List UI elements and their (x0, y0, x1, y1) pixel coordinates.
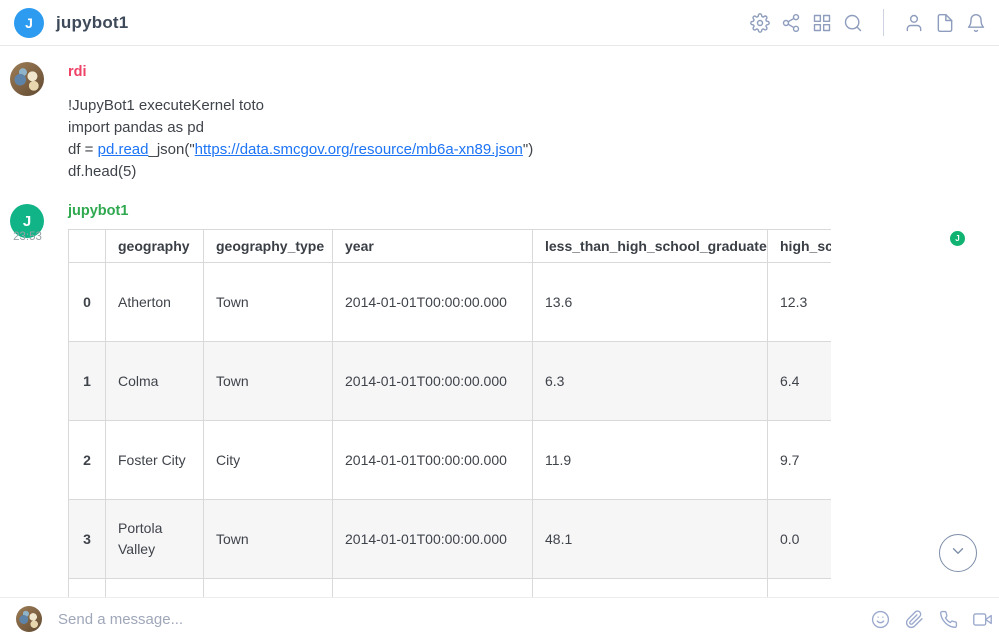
table-cell: Portola Valley (106, 500, 204, 579)
table-row: 1ColmaTown2014-01-01T00:00:00.0006.36.4 (69, 342, 832, 421)
message-link[interactable]: pd.read (98, 141, 149, 158)
table-cell: 9.7 (768, 421, 832, 500)
table-cell: 6.4 (768, 342, 832, 421)
row-index-cell: 3 (69, 500, 106, 579)
column-header (69, 230, 106, 263)
toolbar-divider (883, 9, 884, 36)
composer-actions (870, 598, 993, 640)
emoji-icon[interactable] (870, 609, 891, 630)
table-cell: Town (204, 500, 333, 579)
table-cell (204, 579, 333, 598)
table-row: 0AthertonTown2014-01-01T00:00:00.00013.6… (69, 263, 832, 342)
row-index-cell (69, 579, 106, 598)
settings-icon[interactable] (749, 12, 771, 34)
table-cell: Colma (106, 342, 204, 421)
channel-avatar[interactable]: J (14, 8, 44, 38)
column-header: less_than_high_school_graduate (533, 230, 768, 263)
chevron-down-icon (949, 542, 967, 565)
column-header: year (333, 230, 533, 263)
table-cell: 13.6 (533, 263, 768, 342)
row-index-cell: 0 (69, 263, 106, 342)
table-cell (106, 579, 204, 598)
table-cell: Foster City (106, 421, 204, 500)
row-index-cell: 2 (69, 421, 106, 500)
message-timestamp: 23:53 (12, 231, 43, 243)
scroll-to-bottom-button[interactable] (939, 534, 977, 572)
composer-user-avatar[interactable] (16, 606, 42, 632)
table-cell: 48.1 (533, 500, 768, 579)
message-author[interactable]: rdi (68, 64, 87, 80)
column-header: geography (106, 230, 204, 263)
share-icon[interactable] (780, 12, 802, 34)
channel-header: J jupybot1 (0, 0, 999, 46)
message-input[interactable] (58, 598, 698, 640)
message-line: df.head(5) (68, 161, 533, 183)
table-body: 0AthertonTown2014-01-01T00:00:00.00013.6… (69, 263, 832, 598)
table-cell: 0.0 (768, 500, 832, 579)
phone-icon[interactable] (938, 609, 959, 630)
paperclip-icon[interactable] (904, 609, 925, 630)
user-icon[interactable] (903, 12, 925, 34)
table-cell: 2014-01-01T00:00:00.000 (333, 342, 533, 421)
table-cell (533, 579, 768, 598)
message-line: !JupyBot1 executeKernel toto (68, 95, 533, 117)
column-header: high_sc (768, 230, 832, 263)
channel-title: jupybot1 (56, 0, 128, 45)
row-index-cell: 1 (69, 342, 106, 421)
dataframe-table: geographygeography_typeyearless_than_hig… (68, 229, 831, 597)
table-cell: City (204, 421, 333, 500)
message-composer (0, 597, 999, 639)
message-text: !JupyBot1 executeKernel toto (68, 97, 264, 114)
table-head: geographygeography_typeyearless_than_hig… (69, 230, 832, 263)
bell-icon[interactable] (965, 12, 987, 34)
table-cell: 2014-01-01T00:00:00.000 (333, 500, 533, 579)
table-cell: Town (204, 263, 333, 342)
bot-status-badge: J (950, 231, 965, 246)
table-row: 3Portola ValleyTown2014-01-01T00:00:00.0… (69, 500, 832, 579)
message-line: import pandas as pd (68, 117, 533, 139)
file-icon[interactable] (934, 12, 956, 34)
message-line: df = pd.read_json("https://data.smcgov.o… (68, 139, 533, 161)
dataframe-table-container: geographygeography_typeyearless_than_hig… (68, 229, 831, 597)
table-cell: 11.9 (533, 421, 768, 500)
table-cell (333, 579, 533, 598)
header-toolbar (749, 0, 987, 45)
column-header: geography_type (204, 230, 333, 263)
table-cell (768, 579, 832, 598)
table-header-row: geographygeography_typeyearless_than_hig… (69, 230, 832, 263)
message-link[interactable]: https://data.smcgov.org/resource/mb6a-xn… (195, 141, 523, 158)
message-author[interactable]: jupybot1 (68, 203, 128, 219)
table-row: 2Foster CityCity2014-01-01T00:00:00.0001… (69, 421, 832, 500)
message-text: ") (523, 141, 533, 158)
table-cell: 2014-01-01T00:00:00.000 (333, 421, 533, 500)
table-cell: Atherton (106, 263, 204, 342)
table-cell: Town (204, 342, 333, 421)
message-lines: !JupyBot1 executeKernel toto import panda… (68, 95, 533, 183)
table-cell: 6.3 (533, 342, 768, 421)
table-row (69, 579, 832, 598)
message-text: import pandas as pd (68, 119, 204, 136)
apps-grid-icon[interactable] (811, 12, 833, 34)
video-icon[interactable] (972, 609, 993, 630)
message-text: df.head(5) (68, 163, 136, 180)
table-cell: 2014-01-01T00:00:00.000 (333, 263, 533, 342)
message-text: df = (68, 141, 98, 158)
table-cell: 12.3 (768, 263, 832, 342)
search-icon[interactable] (842, 12, 864, 34)
message-text: _json(" (148, 141, 194, 158)
user-avatar[interactable] (10, 62, 44, 96)
